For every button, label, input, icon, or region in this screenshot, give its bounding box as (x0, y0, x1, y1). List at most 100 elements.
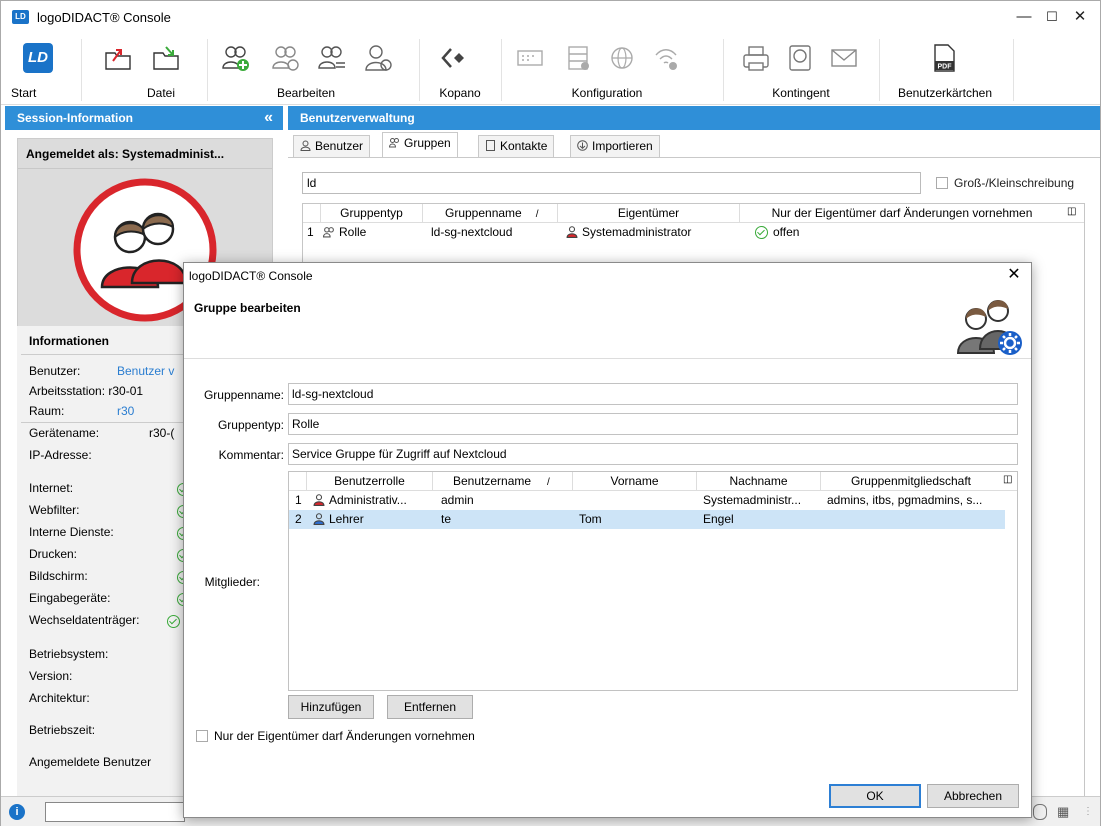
ribbon-group-benutzerkaertchen[interactable]: PDF Benutzerkärtchen (885, 35, 1005, 105)
table-row[interactable]: 1 Administrativ... admin Systemadministr… (289, 491, 1005, 510)
ribbon-label-start: Start (11, 86, 37, 100)
column-header-owner-only[interactable]: Nur der Eigentümer darf Änderungen vorne… (740, 204, 1064, 222)
dialog-close-button[interactable]: ✕ (1004, 265, 1024, 285)
info-label-device: Gerätename: (29, 426, 100, 440)
maximize-button[interactable]: ☐ (1041, 7, 1063, 27)
ribbon-separator (1013, 39, 1014, 101)
case-sensitive-label: Groß-/Kleinschreibung (954, 176, 1075, 190)
tab-gruppen[interactable]: Gruppen (382, 132, 458, 158)
column-chooser-icon[interactable]: ◫ (1067, 206, 1079, 218)
ribbon-toolbar: LD Start Datei Bearbeiten Kopano Konfigu… (1, 35, 1100, 105)
dialog-heading: Gruppe bearbeiten (194, 301, 301, 315)
group-properties-icon[interactable] (317, 43, 347, 73)
server-config-icon[interactable] (563, 43, 593, 73)
column-header-gruppentyp[interactable]: Gruppentyp (321, 204, 423, 222)
tab-label: Importieren (592, 139, 653, 153)
owner-only-checkbox[interactable]: Nur der Eigentümer darf Änderungen vorne… (196, 729, 475, 743)
members-table: Benutzerrolle Benutzername / Vorname Nach… (288, 471, 1018, 691)
column-header-gruppenmitgliedschaft[interactable]: Gruppenmitgliedschaft (821, 472, 1001, 490)
check-label-screen: Bildschirm: (29, 569, 88, 583)
column-label: Benutzername (453, 474, 532, 488)
tab-benutzer[interactable]: Benutzer (293, 135, 371, 158)
tab-importieren[interactable]: Importieren (570, 135, 660, 158)
row-number-header (303, 204, 321, 222)
edit-group-icon[interactable] (271, 43, 301, 73)
cell-firstname: Tom (579, 512, 602, 526)
ribbon-group-konfiguration: Konfiguration (507, 35, 707, 105)
folder-export-icon[interactable] (103, 43, 133, 73)
table-row-selected[interactable]: 2 Lehrer te Tom Engel (289, 510, 1005, 529)
check-label-webfilter: Webfilter: (29, 503, 80, 517)
info-value-user[interactable]: Benutzer v (117, 364, 174, 378)
column-header-gruppenname[interactable]: Gruppenname / (423, 204, 558, 222)
add-group-icon[interactable] (221, 43, 251, 73)
info-label-room: Raum: (29, 404, 65, 418)
column-header-benutzername[interactable]: Benutzername / (433, 472, 573, 490)
info-label-uptime: Betriebszeit: (29, 723, 96, 737)
row-number: 1 (295, 493, 302, 507)
ribbon-group-kontingent: Kontingent (729, 35, 873, 105)
folder-import-icon[interactable] (151, 43, 181, 73)
remove-member-button[interactable]: Entfernen (387, 695, 473, 719)
open-status-icon (755, 226, 768, 239)
group-icon (389, 138, 399, 148)
info-value-device: r30-( (149, 426, 175, 440)
case-sensitive-checkbox[interactable]: Groß-/Kleinschreibung (936, 176, 1074, 190)
info-label-workstation: Arbeitsstation: r30-01 (29, 384, 144, 398)
ok-button[interactable]: OK (829, 784, 921, 808)
printer-quota-icon[interactable] (741, 43, 771, 73)
network-icon[interactable]: ▦ (1057, 804, 1073, 820)
close-button[interactable]: ✕ (1069, 7, 1091, 27)
user-settings-icon[interactable] (363, 43, 393, 73)
column-header-vorname[interactable]: Vorname (573, 472, 697, 490)
session-panel-title: Session-Information (17, 111, 134, 125)
ribbon-group-start[interactable]: LD Start (9, 35, 65, 105)
disk-quota-icon[interactable] (785, 43, 815, 73)
row-number-header (289, 472, 307, 490)
cell-username: admin (441, 493, 474, 507)
ribbon-label-konfiguration: Konfiguration (571, 86, 643, 100)
collapse-panel-icon[interactable]: « (264, 106, 273, 130)
role-group-icon (323, 227, 334, 238)
import-icon (577, 140, 588, 151)
row-number: 1 (307, 225, 314, 239)
cell-gruppentyp: Rolle (339, 225, 367, 239)
check-label-removable: Wechseldatenträger: (29, 613, 140, 627)
dialog-title: logoDIDACT® Console (189, 269, 313, 283)
checkbox-box[interactable] (196, 730, 208, 742)
column-header-eigentuemer[interactable]: Eigentümer (558, 204, 740, 222)
comment-field[interactable]: Service Gruppe für Zugriff auf Nextcloud (288, 443, 1018, 465)
wifi-config-icon[interactable] (651, 43, 681, 73)
ribbon-label-datei: Datei (147, 86, 176, 100)
column-header-nachname[interactable]: Nachname (697, 472, 821, 490)
info-value-room[interactable]: r30 (117, 404, 134, 418)
resize-grip-icon[interactable]: ⋮ (1083, 806, 1093, 817)
tab-kontakte[interactable]: Kontakte (478, 135, 555, 158)
database-icon[interactable] (1033, 804, 1047, 820)
cell-role: Administrativ... (329, 493, 407, 507)
kopano-icon[interactable] (439, 43, 469, 73)
group-name-field[interactable]: ld-sg-nextcloud (288, 383, 1018, 405)
checkbox-box[interactable] (936, 177, 948, 189)
session-panel-header: Session-Information « (5, 106, 283, 130)
search-input[interactable]: ld (302, 172, 921, 194)
table-row[interactable]: 1 Rolle ld-sg-nextcloud Systemadministra… (303, 223, 1084, 241)
tab-label: Benutzer (315, 139, 364, 153)
switch-config-icon[interactable] (515, 43, 545, 73)
info-label-version: Version: (29, 669, 73, 683)
column-header-benutzerrolle[interactable]: Benutzerrolle (307, 472, 433, 490)
cell-gruppenname: ld-sg-nextcloud (431, 225, 513, 239)
cancel-button[interactable]: Abbrechen (927, 784, 1019, 808)
info-icon[interactable]: i (9, 804, 25, 820)
cell-lastname: Engel (703, 512, 734, 526)
column-chooser-icon[interactable]: ◫ (1003, 474, 1015, 486)
add-member-button[interactable]: Hinzufügen (288, 695, 374, 719)
sort-indicator-icon: / (547, 477, 550, 488)
ribbon-separator (207, 39, 208, 101)
minimize-button[interactable]: — (1013, 7, 1035, 27)
group-name-label: Gruppenname: (203, 388, 284, 402)
group-type-field[interactable]: Rolle (288, 413, 1018, 435)
mail-quota-icon[interactable] (829, 43, 859, 73)
group-settings-icon (956, 300, 1022, 355)
web-config-icon[interactable] (607, 43, 637, 73)
